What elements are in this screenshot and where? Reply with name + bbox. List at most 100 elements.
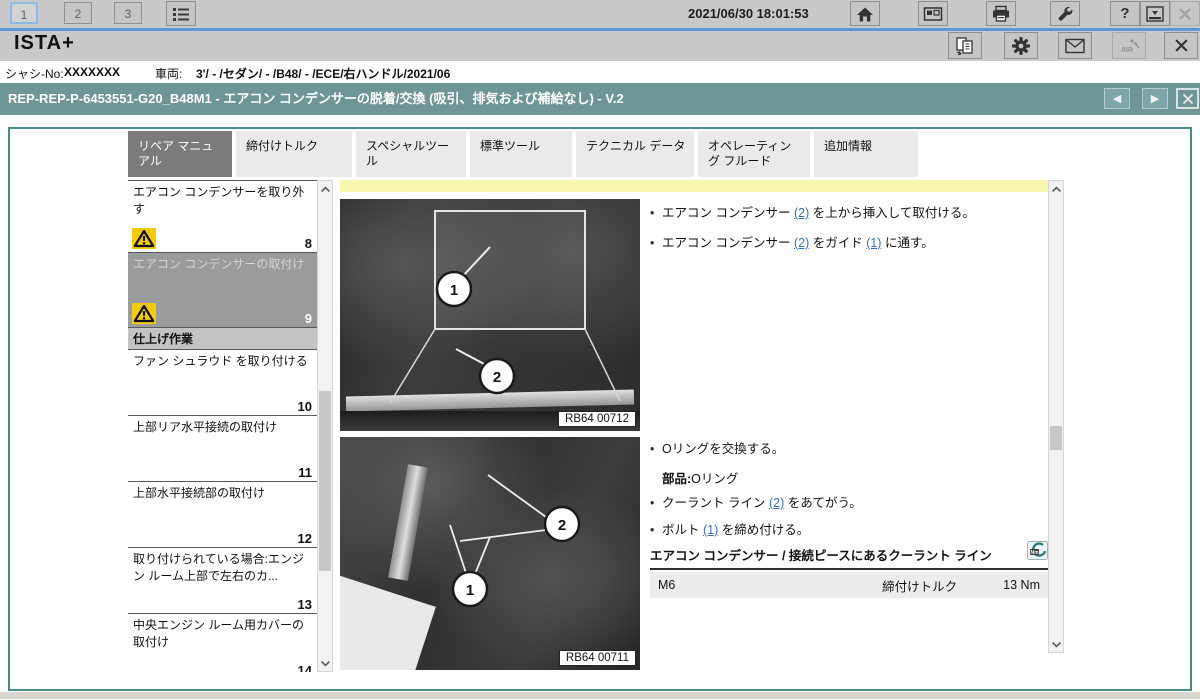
step-item-install-fan-shroud[interactable]: ファン シュラウド を取り付ける 10 bbox=[128, 350, 317, 416]
close-session-button[interactable] bbox=[1164, 32, 1198, 59]
help-icon: ? bbox=[1120, 5, 1129, 22]
chevron-down-icon bbox=[1051, 641, 1062, 648]
bullet-marker: • bbox=[650, 235, 662, 251]
tab-additional-info[interactable]: 追加情報 bbox=[814, 131, 918, 177]
home-button[interactable] bbox=[850, 1, 880, 26]
scroll-up-button[interactable] bbox=[318, 181, 332, 197]
step-item-center-engine-cover[interactable]: 中央エンジン ルーム用カバーの取付け 14 bbox=[128, 614, 317, 672]
mail-button[interactable] bbox=[1058, 32, 1092, 59]
instruction-step: •Oリングを交換する。 bbox=[650, 441, 784, 457]
tab-standard-tools[interactable]: 標準ツール bbox=[470, 131, 572, 177]
torque-value: 13 Nm bbox=[1003, 578, 1040, 592]
callout-link-2[interactable]: (2) bbox=[794, 236, 809, 250]
instruction-step: •エアコン コンデンサー (2) を上から挿入して取付ける。 bbox=[650, 205, 975, 221]
step-item-remove-condenser[interactable]: エアコン コンデンサーを取り外す 8 bbox=[128, 181, 317, 253]
id-card-button[interactable] bbox=[918, 1, 948, 26]
home-icon bbox=[855, 5, 875, 23]
close-app-button[interactable] bbox=[1170, 1, 1200, 26]
list-icon bbox=[172, 6, 190, 22]
callout-link-1[interactable]: (1) bbox=[866, 236, 881, 250]
datetime-display: 2021/06/30 18:01:53 bbox=[688, 6, 809, 21]
bullet-marker: • bbox=[650, 441, 662, 457]
scroll-down-button[interactable] bbox=[1049, 636, 1063, 652]
step-label: エアコン コンデンサーの取付け bbox=[128, 253, 317, 273]
scroll-up-button[interactable] bbox=[1049, 181, 1063, 197]
minimize-shade-button[interactable] bbox=[1140, 1, 1170, 26]
tab-label: 締付けトルク bbox=[246, 139, 318, 153]
step-label: 中央エンジン ルーム用カバーの取付け bbox=[128, 614, 317, 651]
torque-table-row: M6 締付けトルク 13 Nm bbox=[650, 572, 1048, 598]
step-text: に通す。 bbox=[881, 236, 933, 250]
tab-operating-fluids[interactable]: オペレーティング フルード bbox=[698, 131, 810, 177]
tab-tightening-torque[interactable]: 締付けトルク bbox=[236, 131, 352, 177]
tab-label: テクニカル データ bbox=[586, 139, 685, 153]
settings-button[interactable] bbox=[1004, 32, 1038, 59]
id-card-icon bbox=[923, 5, 943, 23]
sidebar-scrollbar[interactable] bbox=[317, 180, 333, 672]
scroll-thumb[interactable] bbox=[1050, 426, 1062, 450]
tab-bar: リペア マニュアル 締付けトルク スペシャルツール 標準ツール テクニカル デー… bbox=[128, 131, 918, 177]
instruction-step: •クーラント ライン (2) をあてがう。 bbox=[650, 495, 862, 511]
workspace-tab-3[interactable]: 3 bbox=[114, 2, 142, 24]
tab-technical-data[interactable]: テクニカル データ bbox=[576, 131, 694, 177]
workspace-tab-2[interactable]: 2 bbox=[64, 2, 92, 24]
workspace-list-button[interactable] bbox=[166, 1, 196, 26]
instruction-step: •エアコン コンデンサー (2) をガイド (1) に通す。 bbox=[650, 235, 934, 251]
document-transfer-icon bbox=[955, 36, 975, 56]
content-scrollbar[interactable] bbox=[1048, 180, 1064, 653]
wrench-icon bbox=[1056, 5, 1074, 23]
step-number: 9 bbox=[305, 311, 312, 326]
step-item-if-installed-covers[interactable]: 取り付けられている場合:エンジン ルーム上部で左右のカ... 13 bbox=[128, 548, 317, 614]
step-text: をあてがう。 bbox=[784, 496, 861, 510]
callout-link-1[interactable]: (1) bbox=[703, 523, 718, 537]
highlight-bar bbox=[340, 180, 1048, 192]
workspace-tab-1[interactable]: 1 bbox=[10, 2, 38, 24]
step-number: 10 bbox=[298, 399, 312, 414]
close-document-button[interactable] bbox=[1176, 88, 1199, 109]
top-toolbar: 1 2 3 2021/06/30 18:01:53 bbox=[0, 0, 1200, 28]
step-item-install-condenser[interactable]: エアコン コンデンサーの取付け 9 bbox=[128, 253, 317, 328]
document-transfer-button[interactable] bbox=[948, 32, 982, 59]
tab-label: 標準ツール bbox=[480, 139, 540, 153]
figure-coolant-line-detail[interactable]: 2 1 RB64 00711 bbox=[340, 437, 640, 670]
bullet-marker: • bbox=[650, 205, 662, 221]
document-title: REP-REP-P-6453551-G20_B48M1 - エアコン コンデンサ… bbox=[8, 83, 624, 115]
bullet-marker: • bbox=[650, 522, 662, 538]
step-label: 上部水平接続部の取付け bbox=[128, 482, 317, 502]
help-button[interactable]: ? bbox=[1110, 1, 1140, 26]
svg-text:Nm: Nm bbox=[1030, 550, 1039, 556]
envelope-icon bbox=[1065, 38, 1085, 54]
section-label: 仕上げ作業 bbox=[128, 328, 317, 348]
step-item-upper-connection[interactable]: 上部水平接続部の取付け 12 bbox=[128, 482, 317, 548]
step-text: クーラント ライン bbox=[662, 496, 769, 510]
app-window: 1 2 3 2021/06/30 18:01:53 bbox=[0, 0, 1200, 699]
callout-link-2[interactable]: (2) bbox=[794, 206, 809, 220]
torque-nm-icon: Nm bbox=[1027, 541, 1048, 560]
tab-label: 追加情報 bbox=[824, 139, 872, 153]
warning-icon bbox=[132, 303, 156, 324]
nav-back-button[interactable]: ◀ bbox=[1104, 88, 1130, 109]
step-text: エアコン コンデンサー bbox=[662, 206, 794, 220]
step-text: をガイド bbox=[809, 236, 866, 250]
callout-link-2[interactable]: (2) bbox=[769, 496, 784, 510]
scroll-thumb[interactable] bbox=[319, 391, 331, 571]
scroll-down-button[interactable] bbox=[318, 655, 332, 671]
step-number: 11 bbox=[298, 465, 312, 480]
settings-wrench-button[interactable] bbox=[1050, 1, 1080, 26]
air-button[interactable]: AIR bbox=[1112, 32, 1146, 59]
print-button[interactable] bbox=[986, 1, 1016, 26]
nav-forward-button[interactable]: ▶ bbox=[1142, 88, 1168, 109]
tab-label: スペシャルツール bbox=[366, 139, 449, 168]
chassis-value: XXXXXXX bbox=[64, 65, 120, 79]
tab-repair-manual[interactable]: リペア マニュアル bbox=[128, 131, 232, 177]
step-item-upper-rear-connection[interactable]: 上部リア水平接続の取付け 11 bbox=[128, 416, 317, 482]
close-icon bbox=[1174, 38, 1189, 53]
tab-special-tools[interactable]: スペシャルツール bbox=[356, 131, 466, 177]
part-value: Oリング bbox=[691, 472, 738, 486]
figure-condenser-overview[interactable]: 1 2 RB64 00712 bbox=[340, 199, 640, 431]
tab-label: リペア マニュアル bbox=[138, 139, 213, 168]
torque-name: 締付けトルク bbox=[882, 576, 957, 595]
forward-arrow-icon: ▶ bbox=[1151, 93, 1159, 105]
step-text: を締め付ける。 bbox=[718, 523, 809, 537]
step-label: エアコン コンデンサーを取り外す bbox=[128, 181, 317, 218]
